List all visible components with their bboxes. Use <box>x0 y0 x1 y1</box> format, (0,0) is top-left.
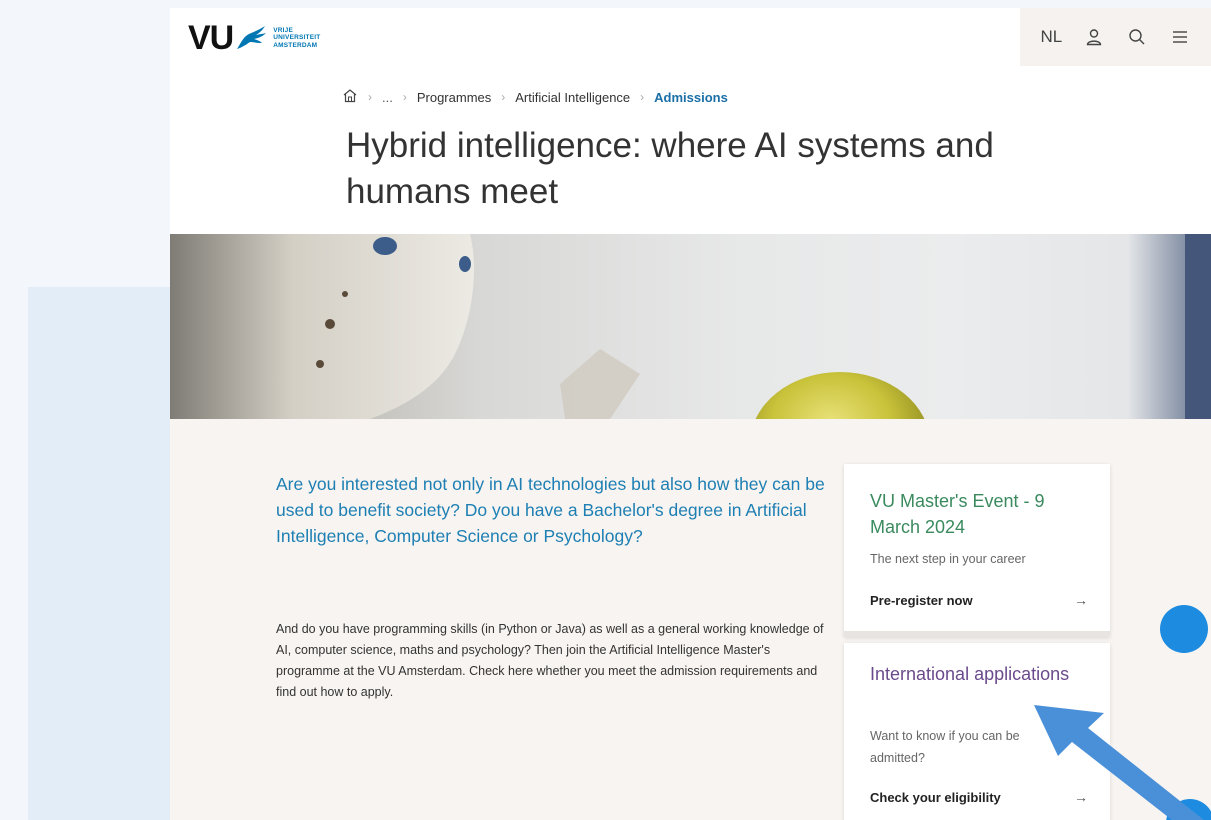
page: VU VRIJE UNIVERSITEIT AMSTERDAM NL › ...… <box>170 8 1211 820</box>
logo-line: AMSTERDAM <box>273 41 318 49</box>
card-subtitle: The next step in your career <box>870 552 1026 566</box>
search-icon[interactable] <box>1122 22 1152 52</box>
breadcrumb-artificial-intelligence[interactable]: Artificial Intelligence <box>515 90 630 105</box>
site-header: VU VRIJE UNIVERSITEIT AMSTERDAM NL <box>170 8 1211 66</box>
robot-apple-illustration <box>170 234 1211 419</box>
floating-chat-button[interactable] <box>1160 605 1208 653</box>
breadcrumb: › ... › Programmes › Artificial Intellig… <box>342 88 728 106</box>
griffin-logo-icon <box>237 26 267 49</box>
arrow-right-icon: → <box>1074 592 1088 608</box>
logo-wordmark: VU <box>188 19 234 57</box>
header-tools: NL <box>1020 8 1211 66</box>
chevron-right-icon: › <box>640 90 645 104</box>
intro-body: And do you have programming skills (in P… <box>276 622 824 699</box>
annotation-arrow-icon <box>1034 705 1204 820</box>
menu-icon[interactable] <box>1165 22 1195 52</box>
intro-lead: Are you interested not only in AI techno… <box>276 474 825 546</box>
vu-logo[interactable]: VU VRIJE UNIVERSITEIT AMSTERDAM <box>188 20 320 56</box>
chevron-right-icon: › <box>402 90 407 104</box>
card-link-label: Pre-register now <box>870 592 973 608</box>
page-title: Hybrid intelligence: where AI systems an… <box>346 126 994 211</box>
left-side-panel <box>28 287 170 820</box>
logo-line: VRIJE <box>273 26 294 34</box>
pre-register-link[interactable]: Pre-register now → <box>870 592 1088 608</box>
user-icon[interactable] <box>1079 22 1109 52</box>
breadcrumb-admissions: Admissions <box>654 89 728 105</box>
chevron-right-icon: › <box>368 90 372 104</box>
language-switch[interactable]: NL <box>1036 22 1066 52</box>
card-title: VU Master's Event - 9 March 2024 <box>870 491 1045 537</box>
breadcrumb-programmes[interactable]: Programmes <box>417 90 491 105</box>
logo-text: VRIJE UNIVERSITEIT AMSTERDAM <box>273 27 320 50</box>
logo-line: UNIVERSITEIT <box>273 34 321 42</box>
card-link-label: Check your eligibility <box>870 789 1001 805</box>
chevron-right-icon: › <box>501 90 506 104</box>
card-title: International applications <box>870 664 1070 684</box>
home-icon[interactable] <box>342 88 358 106</box>
breadcrumb-ellipsis[interactable]: ... <box>382 90 393 105</box>
hero-image <box>170 234 1211 419</box>
masters-event-card[interactable]: VU Master's Event - 9 March 2024 The nex… <box>844 464 1110 637</box>
